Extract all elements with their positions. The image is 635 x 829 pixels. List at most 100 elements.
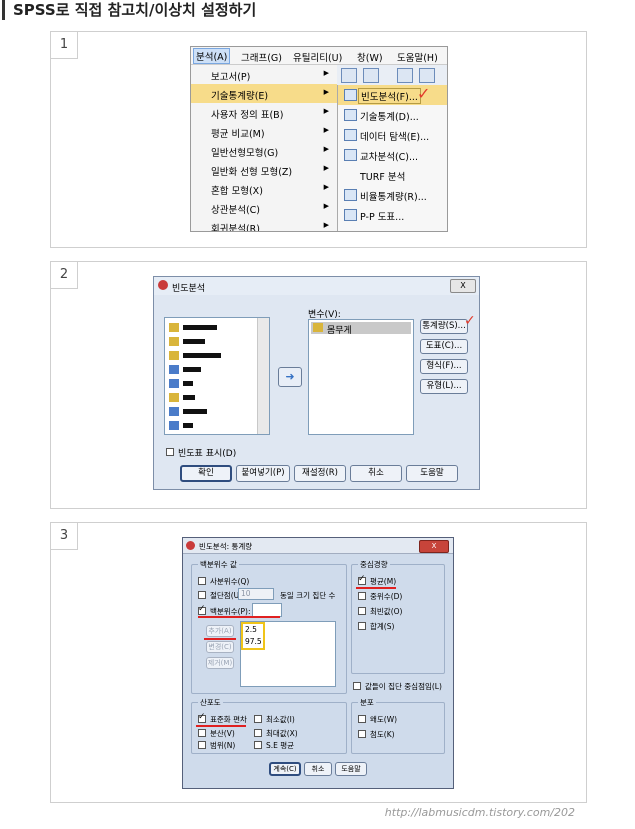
range-checkbox[interactable] (198, 741, 206, 749)
menu-item-compare-means[interactable]: 평균 비교(M) ▶ (191, 122, 337, 141)
style-button[interactable]: 유형(L)... (420, 379, 468, 394)
sum-checkbox[interactable] (358, 622, 366, 630)
toolbar-icon[interactable] (363, 68, 379, 83)
variance-checkbox[interactable] (198, 729, 206, 737)
median-checkbox[interactable] (358, 592, 366, 600)
menu-help[interactable]: 도움말(H) (397, 50, 438, 64)
cancel-button[interactable]: 취소 (350, 465, 402, 482)
add-button[interactable]: 추가(A) (206, 625, 234, 637)
remove-button[interactable]: 제거(M) (206, 657, 234, 669)
menu-item-glm[interactable]: 일반선형모형(G) ▶ (191, 141, 337, 160)
toolbar-icon[interactable] (397, 68, 413, 83)
minimum-label: 최소값(I) (266, 715, 295, 724)
arrow-right-icon: ▶ (323, 221, 329, 229)
group-midpoints-checkbox[interactable] (353, 682, 361, 690)
quartiles-label: 사분위수(Q) (210, 577, 250, 586)
menu-item-correlate[interactable]: 상관분석(C) ▶ (191, 198, 337, 217)
cancel-button[interactable]: 취소 (304, 762, 332, 776)
change-button[interactable]: 변경(C) (206, 641, 234, 653)
selected-variable-list[interactable]: 몸무게 (308, 319, 414, 435)
std-deviation-checkbox[interactable] (198, 712, 206, 723)
dialog-title: 빈도분석: 통계량 (199, 542, 253, 551)
source-url: http://labmusicdm.tistory.com/202 (384, 806, 575, 819)
check-mark-icon: ✓ (417, 84, 431, 103)
mean-checkbox[interactable] (358, 574, 366, 585)
spss-app-icon (186, 541, 195, 550)
display-frequency-tables-checkbox[interactable] (166, 448, 174, 456)
crosstabs-icon (344, 149, 357, 161)
annotation-underline (198, 616, 280, 618)
submenu-item-frequencies[interactable]: 빈도분석(F)... (338, 85, 447, 105)
submenu-item-explore[interactable]: 데이터 탐색(E)... (338, 125, 447, 145)
selected-variable-item[interactable]: 몸무게 (311, 322, 411, 336)
frequencies-statistics-dialog: 빈도분석: 통계량 X 백분위수 값 사분위수(Q) 절단점(U): 10 동일… (182, 537, 454, 789)
kurtosis-label: 첨도(K) (370, 730, 395, 739)
variable-name-redacted (183, 409, 207, 414)
maximum-checkbox[interactable] (254, 729, 262, 737)
reset-button[interactable]: 재설정(R) (294, 465, 346, 482)
menu-window[interactable]: 창(W) (357, 50, 383, 64)
check-mark-icon: ✓ (464, 313, 476, 329)
arrow-right-icon: ▶ (323, 183, 329, 191)
menu-utilities[interactable]: 유틸리티(U) (293, 50, 342, 64)
menu-item-regression[interactable]: 회귀분석(R) ▶ (191, 217, 337, 231)
submenu-item-ratio[interactable]: 비율통계량(R)... (338, 185, 447, 205)
scale-variable-icon (169, 323, 179, 332)
analyze-dropdown: 보고서(P) ▶ 기술통계량(E) ▶ 사용자 정의 표(B) ▶ 평균 비교(M) ▶… (191, 65, 338, 231)
step-panel-2: 2 빈도분석 X ➜ 변수(V): 몸무게 통계량(S)... 도표(C)...… (50, 261, 587, 509)
mode-checkbox[interactable] (358, 607, 366, 615)
source-variable-list[interactable] (164, 317, 270, 435)
format-button[interactable]: 형식(F)... (420, 359, 468, 374)
kurtosis-checkbox[interactable] (358, 730, 366, 738)
group-title: 백분위수 값 (198, 559, 239, 570)
ok-button[interactable]: 확인 (180, 465, 232, 482)
se-mean-checkbox[interactable] (254, 741, 262, 749)
skewness-checkbox[interactable] (358, 715, 366, 723)
cutpoints-input[interactable]: 10 (238, 588, 274, 600)
menu-analyze[interactable]: 분석(A) (193, 48, 231, 64)
help-button[interactable]: 도움말 (406, 465, 458, 482)
vertical-scrollbar[interactable] (257, 318, 269, 434)
toolbar-icon[interactable] (341, 68, 357, 83)
menu-item-genlin[interactable]: 일반화 선형 모형(Z) ▶ (191, 160, 337, 179)
submenu-item-pp-plots[interactable]: P-P 도표... (338, 205, 447, 225)
submenu-item-turf[interactable]: TURF 분석 (338, 165, 447, 185)
toolbar-icons (337, 65, 447, 85)
page-title: SPSS로 직접 참고치/이상치 설정하기 (2, 0, 256, 20)
move-variable-button[interactable]: ➜ (278, 367, 302, 387)
help-button[interactable]: 도움말 (335, 762, 367, 776)
cutpoints-checkbox[interactable] (198, 591, 206, 599)
menu-item-custom-tables[interactable]: 사용자 정의 표(B) ▶ (191, 103, 337, 122)
continue-button[interactable]: 계속(C) (269, 762, 301, 776)
quartiles-checkbox[interactable] (198, 577, 206, 585)
menu-graphs[interactable]: 그래프(G) (241, 50, 282, 64)
dialog-title: 빈도분석 (172, 284, 206, 294)
menu-item-descriptive[interactable]: 기술통계량(E) ▶ (191, 84, 337, 103)
minimum-checkbox[interactable] (254, 715, 262, 723)
menu-item-mixed[interactable]: 혼합 모형(X) ▶ (191, 179, 337, 198)
cutpoints-suffix: 동일 크기 집단 수 (280, 591, 336, 600)
percentiles-input[interactable] (252, 603, 282, 617)
descriptive-submenu: 빈도분석(F)... 기술통계(D)... 데이터 탐색(E)... 교차분석(… (337, 85, 447, 231)
close-button[interactable]: X (419, 540, 449, 553)
nominal-variable-icon (169, 407, 179, 416)
toolbar-icon[interactable] (419, 68, 435, 83)
submenu-item-crosstabs[interactable]: 교차분석(C)... (338, 145, 447, 165)
arrow-right-icon: ▶ (323, 202, 329, 210)
charts-button[interactable]: 도표(C)... (420, 339, 468, 354)
percentiles-checkbox[interactable] (198, 604, 206, 615)
statistics-button[interactable]: 통계량(S)... (420, 319, 468, 334)
maximum-label: 최대값(X) (266, 729, 298, 738)
dialog-titlebar: 빈도분석: 통계량 X (183, 538, 453, 554)
distribution-group: 분포 왜도(W) 첨도(K) (351, 697, 445, 754)
frequencies-icon (344, 89, 357, 101)
nominal-variable-icon (169, 379, 179, 388)
paste-button[interactable]: 붙여넣기(P) (236, 465, 290, 482)
variable-name-redacted (183, 339, 205, 344)
arrow-right-icon: ▶ (323, 107, 329, 115)
submenu-item-descriptives[interactable]: 기술통계(D)... (338, 105, 447, 125)
close-button[interactable]: X (450, 279, 476, 293)
step-panel-3: 3 빈도분석: 통계량 X 백분위수 값 사분위수(Q) 절단점(U): 10 … (50, 522, 587, 803)
menu-item-reports[interactable]: 보고서(P) ▶ (191, 65, 337, 84)
range-label: 범위(N) (210, 741, 236, 750)
